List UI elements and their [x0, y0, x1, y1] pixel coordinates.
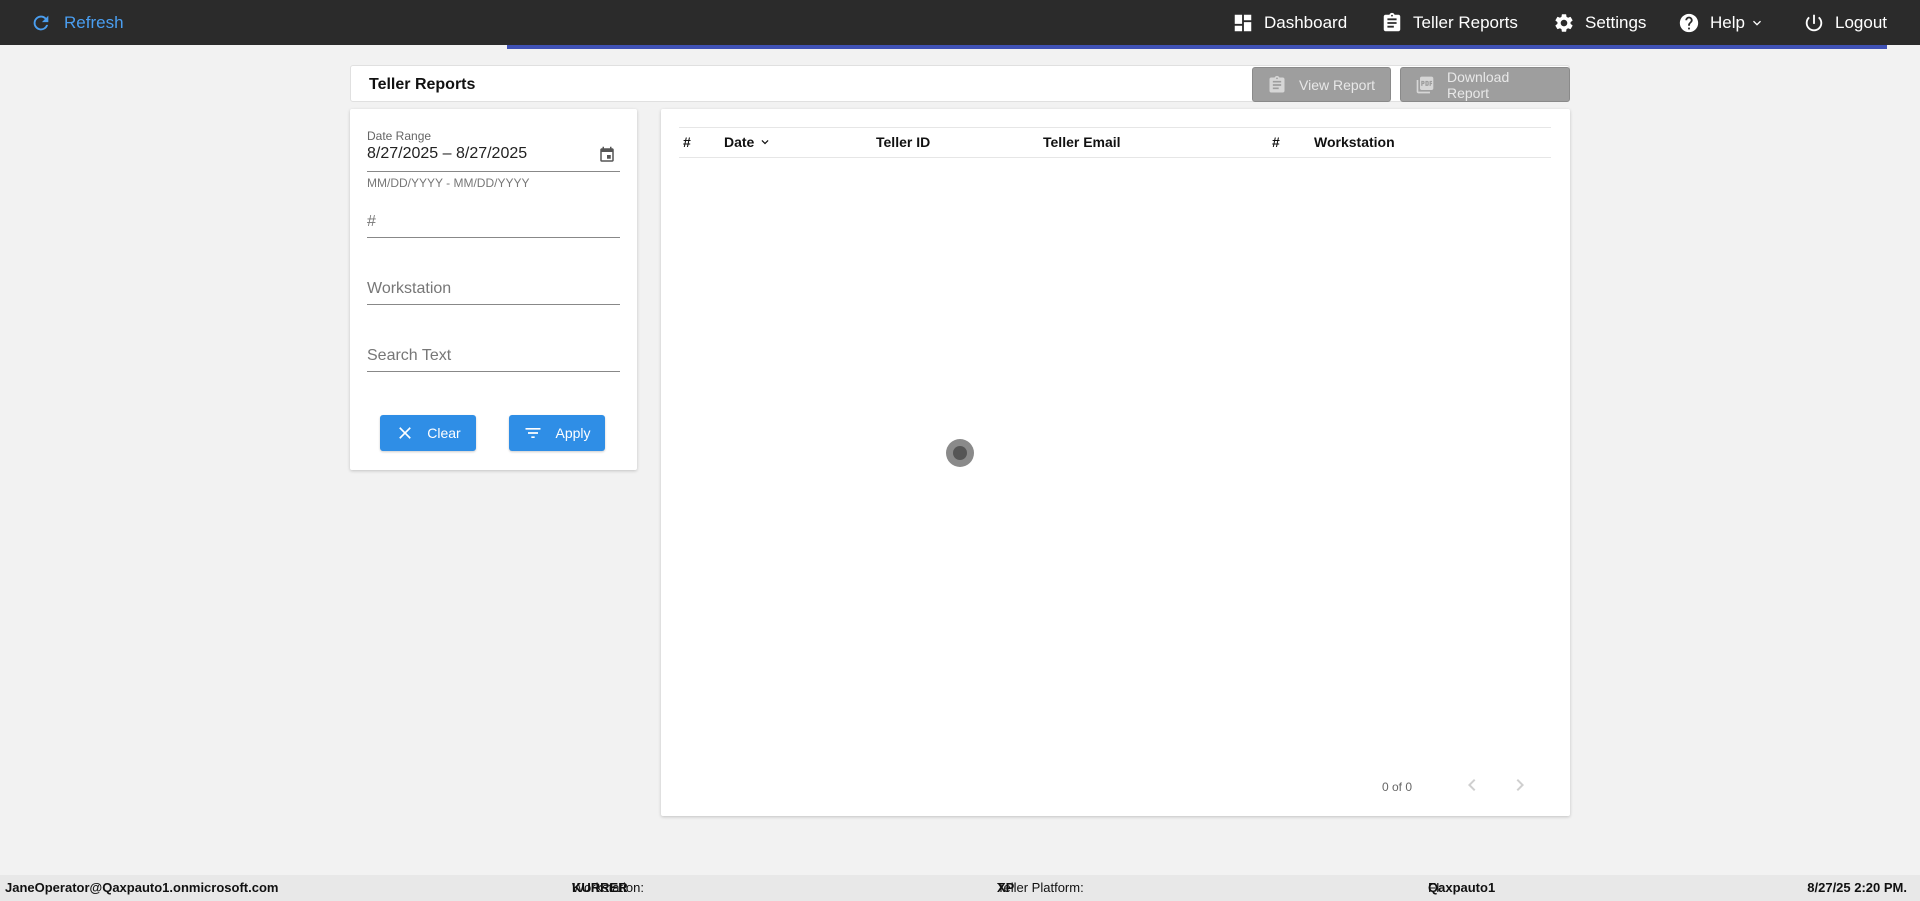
nav-dashboard[interactable]: Dashboard — [1232, 0, 1347, 45]
power-icon — [1805, 14, 1823, 31]
date-range-underline — [367, 171, 620, 172]
status-platform: Teller Platform: XP — [997, 875, 1084, 901]
page-header: Teller Reports View Report Download Repo… — [350, 65, 1570, 102]
filter-icon — [525, 428, 541, 438]
chevron-down-icon — [1752, 20, 1761, 26]
column-header-date[interactable]: Date — [724, 128, 772, 157]
date-range-hint: MM/DD/YYYY - MM/DD/YYYY — [367, 176, 530, 190]
status-fi: FI: Qaxpauto1 — [1428, 875, 1495, 901]
nav-settings[interactable]: Settings — [1553, 0, 1646, 45]
nav-dashboard-label: Dashboard — [1264, 12, 1348, 32]
apply-button[interactable]: Apply — [509, 415, 605, 451]
active-page-indicator — [507, 45, 1887, 49]
refresh-icon — [33, 15, 49, 30]
chevron-down-icon — [761, 140, 769, 145]
refresh-button[interactable]: Refresh — [30, 0, 124, 45]
pdf-icon — [1416, 76, 1434, 93]
nav-teller-reports-label: Teller Reports — [1413, 12, 1518, 32]
nav-help-label: Help — [1710, 12, 1745, 32]
nav-logout[interactable]: Logout — [1803, 0, 1887, 45]
top-nav-bar: Refresh Dashboard Teller Reports Setting… — [0, 0, 1920, 45]
gear-icon — [1555, 13, 1573, 32]
results-panel: # Date Teller ID Teller Email # Workstat… — [661, 109, 1570, 816]
status-user: JaneOperator@Qaxpauto1.onmicrosoft.com — [5, 880, 279, 895]
status-platform-label: Teller Platform: — [997, 880, 1084, 895]
nav-help[interactable]: Help — [1678, 0, 1765, 45]
apply-label: Apply — [555, 425, 591, 441]
nav-logout-label: Logout — [1835, 12, 1887, 32]
filter-panel: Date Range 8/27/2025 – 8/27/2025 MM/DD/Y… — [350, 109, 637, 470]
download-report-button[interactable]: Download Report — [1400, 67, 1570, 102]
status-datetime: 8/27/25 2:20 PM. — [1807, 880, 1907, 895]
workstation-field-underline — [367, 304, 620, 305]
clear-button[interactable]: Clear — [380, 415, 476, 451]
table-header: # Date Teller ID Teller Email # Workstat… — [679, 127, 1551, 158]
column-header-teller-email[interactable]: Teller Email — [1043, 128, 1121, 157]
status-workstation: Workstation: KURRER — [572, 875, 644, 901]
nav-teller-reports[interactable]: Teller Reports — [1381, 0, 1518, 45]
nav-settings-label: Settings — [1585, 12, 1647, 32]
number-field[interactable] — [367, 208, 620, 236]
dashboard-icon — [1234, 14, 1252, 31]
chevron-left-icon — [1468, 779, 1476, 791]
number-field-underline — [367, 237, 620, 238]
workstation-field[interactable] — [367, 275, 620, 303]
view-report-label: View Report — [1299, 76, 1376, 93]
search-input[interactable] — [367, 342, 620, 370]
close-icon — [399, 427, 412, 439]
next-page-button[interactable] — [1508, 773, 1532, 797]
column-header-teller-id[interactable]: Teller ID — [876, 128, 930, 157]
download-report-label: Download Report — [1446, 68, 1510, 101]
loading-spinner — [946, 439, 974, 467]
pagination-label: 0 of 0 — [1382, 780, 1413, 794]
refresh-label: Refresh — [64, 12, 124, 32]
clipboard-icon — [1269, 75, 1285, 92]
help-circle-icon — [1679, 13, 1699, 32]
column-header-date-label: Date — [724, 134, 755, 150]
page-title: Teller Reports — [369, 76, 476, 93]
previous-page-button[interactable] — [1460, 773, 1484, 797]
column-header-count[interactable]: # — [1272, 128, 1280, 157]
clipboard-icon — [1383, 12, 1401, 31]
status-fi-label: FI: — [1428, 880, 1444, 895]
view-report-button[interactable]: View Report — [1252, 67, 1391, 102]
date-range-input[interactable]: 8/27/2025 – 8/27/2025 — [367, 145, 527, 163]
chevron-right-icon — [1516, 779, 1524, 791]
status-workstation-label: Workstation: — [572, 880, 645, 895]
status-bar: JaneOperator@Qaxpauto1.onmicrosoft.com W… — [0, 875, 1920, 901]
column-header-number[interactable]: # — [683, 128, 691, 157]
date-range-label: Date Range — [367, 129, 432, 143]
search-input-underline — [367, 371, 620, 372]
column-header-workstation[interactable]: Workstation — [1314, 128, 1395, 157]
calendar-icon[interactable] — [598, 146, 616, 164]
clear-label: Clear — [427, 425, 461, 441]
